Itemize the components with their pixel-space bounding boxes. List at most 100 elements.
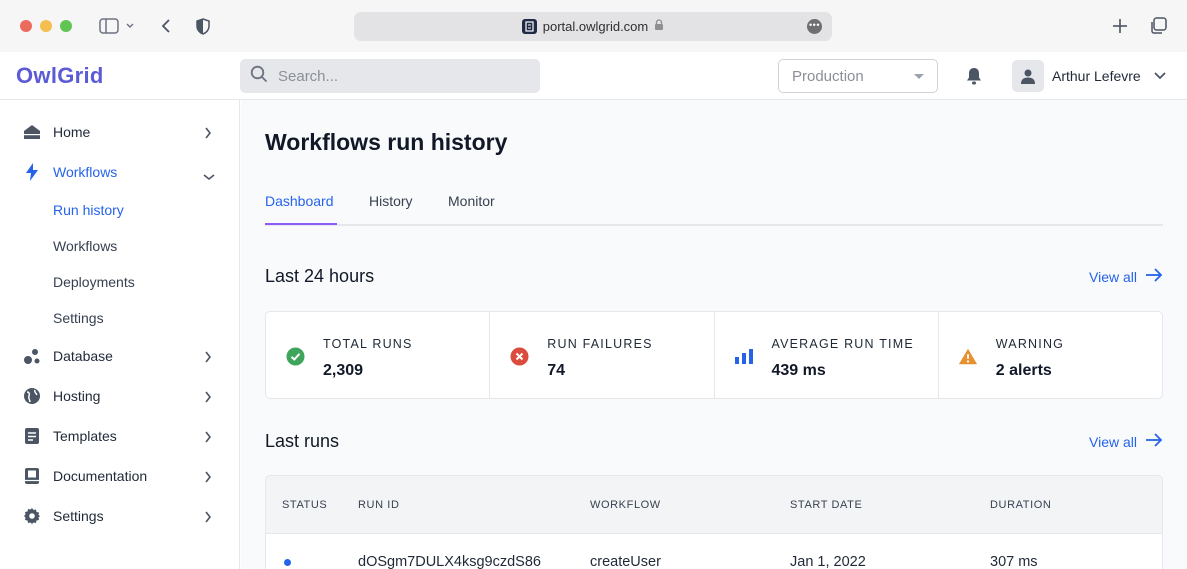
sidebar-subitem-run-history[interactable]: Run history — [53, 202, 124, 222]
workflow-cell: createUser — [590, 554, 661, 569]
tab-monitor[interactable]: Monitor — [448, 193, 495, 226]
sidebar-item-label: Settings — [53, 508, 104, 524]
sidebar-item-home[interactable]: Home — [0, 114, 240, 150]
back-icon[interactable] — [156, 14, 176, 38]
stat-label: RUN FAILURES — [547, 337, 653, 351]
main-content: Workflows run history Dashboard History … — [241, 100, 1187, 569]
shield-icon[interactable] — [193, 14, 213, 38]
chevron-down-icon — [1153, 68, 1167, 84]
search-icon — [250, 65, 268, 88]
sidebar-subitem-deployments[interactable]: Deployments — [53, 274, 135, 294]
stat-warning: WARNING 2 alerts — [939, 312, 1162, 398]
chevron-right-icon — [204, 390, 212, 408]
search-input[interactable] — [278, 67, 518, 85]
tab-overview-icon[interactable] — [1148, 14, 1168, 38]
user-name: Arthur Lefevre — [1052, 68, 1141, 84]
run-id-cell: dOSgm7DULX4ksg9czdS86 — [358, 554, 541, 569]
stat-value: 439 ms — [771, 362, 826, 379]
duration-cell: 307 ms — [990, 554, 1038, 569]
chevron-right-icon — [204, 430, 212, 448]
search-box[interactable] — [240, 59, 540, 93]
chevron-right-icon — [204, 470, 212, 488]
sidebar-item-label: Documentation — [53, 468, 148, 484]
sidebar-item-documentation[interactable]: Documentation — [0, 458, 240, 494]
document-icon — [23, 427, 41, 445]
stats-panel: TOTAL RUNS 2,309 RUN FAILURES 74 AVERAGE… — [265, 311, 1163, 399]
new-tab-icon[interactable] — [1110, 14, 1130, 38]
sidebar-item-settings[interactable]: Settings — [0, 498, 240, 534]
arrow-right-icon — [1145, 268, 1163, 285]
status-dot — [284, 559, 291, 566]
sidebar-item-label: Home — [53, 124, 91, 140]
stat-total-runs: TOTAL RUNS 2,309 — [266, 312, 491, 398]
check-circle-icon — [285, 346, 305, 366]
chevron-right-icon — [204, 350, 212, 368]
bell-icon[interactable] — [965, 66, 983, 91]
column-header-status[interactable]: STATUS — [282, 499, 327, 511]
page-title: Workflows run history — [265, 129, 508, 155]
address-bar[interactable]: portal.owlgrid.com ••• — [354, 12, 832, 41]
stat-label: TOTAL RUNS — [323, 337, 413, 351]
app-header: OwlGrid Production Arthur Lefevre — [0, 52, 1187, 100]
app-logo[interactable]: OwlGrid — [16, 63, 104, 89]
warning-icon — [958, 346, 978, 366]
view-all-label: View all — [1089, 433, 1137, 450]
lock-icon — [654, 19, 664, 34]
column-header-run-id[interactable]: RUN ID — [358, 499, 400, 511]
browser-toolbar: portal.owlgrid.com ••• — [0, 0, 1187, 52]
sidebar-subitem-workflows[interactable]: Workflows — [53, 238, 117, 258]
stat-value: 2,309 — [323, 362, 364, 379]
tab-bar: Dashboard History Monitor — [265, 186, 1163, 226]
column-header-workflow[interactable]: WORKFLOW — [590, 499, 661, 511]
maximize-window-button[interactable] — [60, 20, 72, 32]
sidebar-item-label: Workflows — [53, 164, 118, 180]
view-all-link-last-runs[interactable]: View all — [1089, 433, 1163, 450]
sidebar-item-templates[interactable]: Templates — [0, 418, 240, 454]
environment-select[interactable]: Production — [778, 59, 938, 93]
more-options-icon[interactable]: ••• — [807, 19, 822, 34]
book-icon — [23, 467, 41, 485]
active-tab-indicator — [265, 223, 337, 225]
home-icon — [23, 123, 41, 141]
sidebar-item-label: Hosting — [53, 388, 101, 404]
chevron-right-icon — [204, 126, 212, 144]
gear-icon — [23, 507, 41, 525]
column-header-duration[interactable]: DURATION — [990, 499, 1051, 511]
sidebar-item-hosting[interactable]: Hosting — [0, 378, 240, 414]
stat-value: 2 alerts — [995, 362, 1052, 379]
stat-label: WARNING — [995, 337, 1065, 351]
tab-dashboard[interactable]: Dashboard — [265, 193, 334, 226]
caret-down-icon — [914, 74, 924, 79]
sidebar-item-database[interactable]: Database — [0, 338, 240, 374]
avatar — [1012, 60, 1044, 92]
database-icon — [23, 347, 41, 365]
minimize-window-button[interactable] — [40, 20, 52, 32]
tab-history[interactable]: History — [369, 193, 413, 226]
sidebar-item-label: Templates — [53, 428, 117, 444]
address-url: portal.owlgrid.com — [542, 19, 649, 34]
stat-value: 74 — [547, 362, 566, 379]
view-all-link-last-24-hours[interactable]: View all — [1089, 268, 1163, 285]
table-header: STATUS RUN ID WORKFLOW START DATE DURATI… — [266, 476, 1162, 534]
x-circle-icon — [509, 346, 529, 366]
chevron-right-icon — [204, 510, 212, 528]
close-window-button[interactable] — [20, 20, 32, 32]
lightning-icon — [23, 163, 41, 181]
view-all-label: View all — [1089, 268, 1137, 285]
column-header-start-date[interactable]: START DATE — [790, 499, 862, 511]
site-favicon-icon — [521, 19, 537, 34]
sidebar-toggle-icon[interactable] — [97, 14, 137, 38]
start-date-cell: Jan 1, 2022 — [790, 554, 866, 569]
sidebar-item-workflows[interactable]: Workflows — [0, 154, 240, 190]
stat-run-failures: RUN FAILURES 74 — [490, 312, 715, 398]
chevron-down-icon — [203, 168, 215, 186]
bar-chart-icon — [734, 346, 754, 366]
last-runs-table: STATUS RUN ID WORKFLOW START DATE DURATI… — [265, 475, 1163, 569]
sidebar: Home Workflows Run history Workflows Dep… — [0, 100, 240, 569]
section-title-last-24-hours: Last 24 hours — [265, 266, 375, 286]
sidebar-item-label: Database — [53, 348, 113, 364]
user-menu[interactable]: Arthur Lefevre — [1012, 60, 1167, 92]
globe-icon — [23, 387, 41, 405]
section-title-last-runs: Last runs — [265, 431, 340, 451]
sidebar-subitem-settings[interactable]: Settings — [53, 310, 104, 330]
